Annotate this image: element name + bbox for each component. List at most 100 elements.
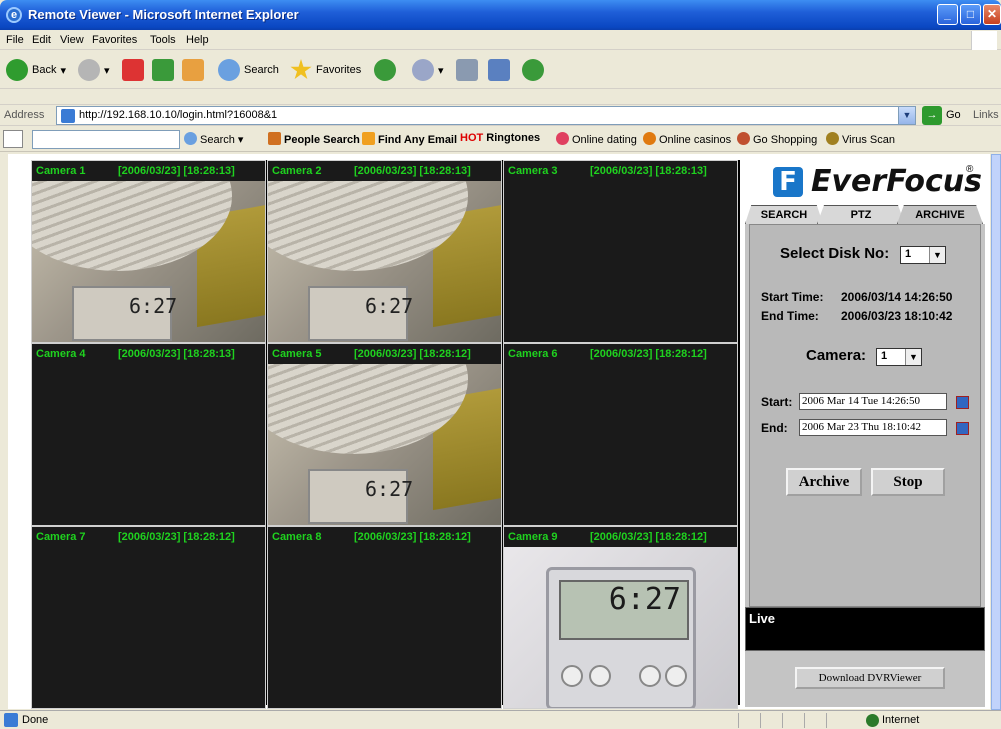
close-button[interactable]: ✕ <box>983 4 1001 25</box>
find-email-link[interactable]: Find Any Email <box>362 132 457 146</box>
camera-select[interactable]: 1 ▼ <box>876 348 922 366</box>
select-disk-label: Select Disk No: <box>780 245 890 262</box>
archive-button[interactable]: Archive <box>786 468 862 496</box>
shopping-icon <box>737 132 750 145</box>
tab-archive[interactable]: ARCHIVE <box>897 205 983 224</box>
page-done-icon <box>4 713 18 727</box>
home-button[interactable] <box>182 57 204 83</box>
edit-button[interactable] <box>488 57 510 83</box>
people-search-link[interactable]: People Search <box>268 132 360 146</box>
live-label: Live <box>749 611 776 626</box>
menu-file[interactable]: File <box>6 34 24 46</box>
favorites-button[interactable]: Favorites <box>290 57 361 83</box>
chevron-down-icon: ▾ <box>104 64 110 77</box>
mail-button[interactable]: ▾ <box>412 57 444 83</box>
forward-arrow-icon <box>78 59 100 81</box>
go-shopping-link[interactable]: Go Shopping <box>737 132 817 146</box>
address-input[interactable]: http://192.168.10.10/login.html?16008&1 … <box>56 106 916 125</box>
print-button[interactable] <box>456 57 478 83</box>
status-divider <box>804 713 805 728</box>
camera-label: Camera 3 <box>508 165 558 177</box>
start-time-label: Start Time: <box>761 290 824 304</box>
hot-badge: HOT <box>460 132 484 144</box>
home-icon <box>182 59 204 81</box>
status-divider <box>782 713 783 728</box>
ringtones-link[interactable]: HOT Ringtones <box>460 132 540 144</box>
camera-tile-9[interactable]: 6:27 Camera 9 [2006/03/23] [18:28:12] <box>503 526 738 709</box>
camera-video-feed: 6:27 <box>268 364 501 525</box>
refresh-button[interactable] <box>152 57 174 83</box>
maximize-button[interactable]: □ <box>960 4 981 25</box>
messenger-button[interactable] <box>522 57 544 83</box>
back-label: Back <box>32 64 57 76</box>
camera-label: Camera 6 <box>508 348 558 360</box>
everfocus-mark-icon: F <box>773 167 803 197</box>
dial-icon <box>561 665 583 687</box>
back-arrow-icon <box>6 59 28 81</box>
start-datetime-input[interactable]: 2006 Mar 14 Tue 14:26:50 <box>799 393 947 410</box>
camera-tile-2[interactable]: 6:27 Camera 2 [2006/03/23] [18:28:13] <box>267 160 502 343</box>
toolbar-search-input[interactable] <box>32 130 180 149</box>
vertical-scrollbar[interactable] <box>991 154 1001 710</box>
menu-favorites[interactable]: Favorites <box>92 34 137 46</box>
stop-button[interactable] <box>122 57 144 83</box>
history-button[interactable] <box>374 57 396 83</box>
minimize-button[interactable]: _ <box>937 4 958 25</box>
menu-help[interactable]: Help <box>186 34 209 46</box>
status-divider <box>760 713 761 728</box>
star-icon <box>290 59 312 80</box>
links-button[interactable]: Links <box>973 109 999 121</box>
tab-ptz[interactable]: PTZ <box>817 205 905 224</box>
refresh-icon <box>152 59 174 81</box>
end-time-value: 2006/03/23 18:10:42 <box>841 309 953 323</box>
camera-label: Camera 2 <box>272 165 322 177</box>
address-dropdown-icon[interactable]: ▼ <box>898 107 915 124</box>
go-arrow-icon[interactable]: → <box>922 106 942 125</box>
casino-chip-icon <box>643 132 656 145</box>
menu-tools[interactable]: Tools <box>150 34 176 46</box>
clock-device: 6:27 <box>546 567 696 708</box>
status-divider <box>826 713 827 728</box>
camera-tile-1[interactable]: 6:27 Camera 1 [2006/03/23] [18:28:13] <box>31 160 266 343</box>
online-casinos-link[interactable]: Online casinos <box>643 132 731 146</box>
camera-tile-8[interactable]: Camera 8 [2006/03/23] [18:28:12] <box>267 526 502 709</box>
camera-tile-4[interactable]: Camera 4 [2006/03/23] [18:28:13] <box>31 343 266 526</box>
end-datetime-input[interactable]: 2006 Mar 23 Thu 18:10:42 <box>799 419 947 436</box>
start-time-value: 2006/03/14 14:26:50 <box>841 290 953 304</box>
go-button[interactable]: Go <box>946 109 961 121</box>
window-title: Remote Viewer - Microsoft Internet Explo… <box>28 7 299 22</box>
back-button[interactable]: Back ▾ <box>6 57 66 83</box>
virus-scan-link[interactable]: Virus Scan <box>826 132 895 146</box>
camera-tile-7[interactable]: Camera 7 [2006/03/23] [18:28:12] <box>31 526 266 709</box>
browser-window: e Remote Viewer - Microsoft Internet Exp… <box>0 0 1001 729</box>
live-status-box: Live <box>745 607 985 651</box>
calendar-icon[interactable] <box>956 422 969 435</box>
download-dvrviewer-button[interactable]: Download DVRViewer <box>795 667 945 689</box>
disk-select[interactable]: 1 ▼ <box>900 246 946 264</box>
stop-icon <box>122 59 144 81</box>
ie-icon: e <box>6 7 22 23</box>
heart-icon <box>556 132 569 145</box>
camera-tile-6[interactable]: Camera 6 [2006/03/23] [18:28:12] <box>503 343 738 526</box>
camera-timestamp: [2006/03/23] [18:28:13] <box>590 165 707 177</box>
online-dating-link[interactable]: Online dating <box>556 132 637 146</box>
stop-button[interactable]: Stop <box>871 468 945 496</box>
status-divider <box>738 713 739 728</box>
mail-icon <box>412 59 434 81</box>
menu-edit[interactable]: Edit <box>32 34 51 46</box>
scrollbar-thumb[interactable] <box>991 154 1001 710</box>
toolbar-search-button[interactable]: Search ▾ <box>184 132 243 146</box>
camera-tile-5[interactable]: 6:27 Camera 5 [2006/03/23] [18:28:12] <box>267 343 502 526</box>
everfocus-logo: F EverFocus ® <box>745 158 985 202</box>
menu-view[interactable]: View <box>60 34 84 46</box>
camera-label: Camera 5 <box>272 348 322 360</box>
clock-digits: 6:27 <box>365 477 414 501</box>
camera-tile-3[interactable]: Camera 3 [2006/03/23] [18:28:13] <box>503 160 738 343</box>
calendar-icon[interactable] <box>956 396 969 409</box>
address-bar: Address http://192.168.10.10/login.html?… <box>0 104 1001 126</box>
forward-button[interactable]: ▾ <box>78 57 110 83</box>
tab-search[interactable]: SEARCH <box>745 205 823 224</box>
ringtones-label: Ringtones <box>486 132 541 144</box>
search-button[interactable]: Search <box>218 57 279 83</box>
toolbar-pen-icon[interactable] <box>3 130 23 148</box>
